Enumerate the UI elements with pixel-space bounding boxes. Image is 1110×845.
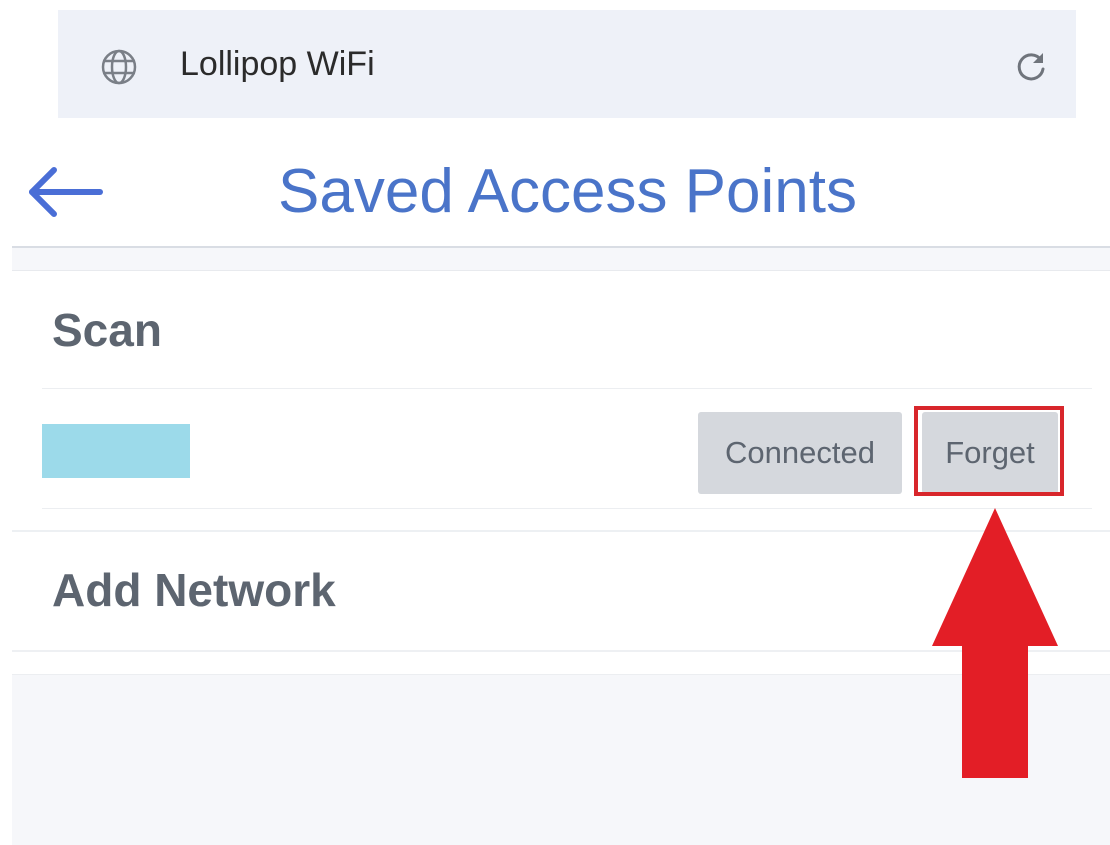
network-name-redacted bbox=[42, 424, 190, 478]
site-title: Lollipop WiFi bbox=[180, 45, 375, 83]
page-title: Saved Access Points bbox=[278, 157, 857, 226]
row-divider bbox=[42, 388, 1092, 389]
globe-icon bbox=[101, 49, 137, 85]
forget-highlight-box bbox=[914, 406, 1064, 496]
scan-section-label[interactable]: Scan bbox=[52, 302, 162, 358]
header-strip bbox=[12, 248, 1110, 271]
page: Lollipop WiFi Saved Access Points Scan C… bbox=[0, 0, 1110, 845]
connected-button[interactable]: Connected bbox=[698, 412, 902, 494]
add-network-section-label[interactable]: Add Network bbox=[52, 562, 336, 618]
arrow-up-icon bbox=[932, 508, 1058, 778]
reload-icon[interactable] bbox=[1012, 48, 1050, 86]
